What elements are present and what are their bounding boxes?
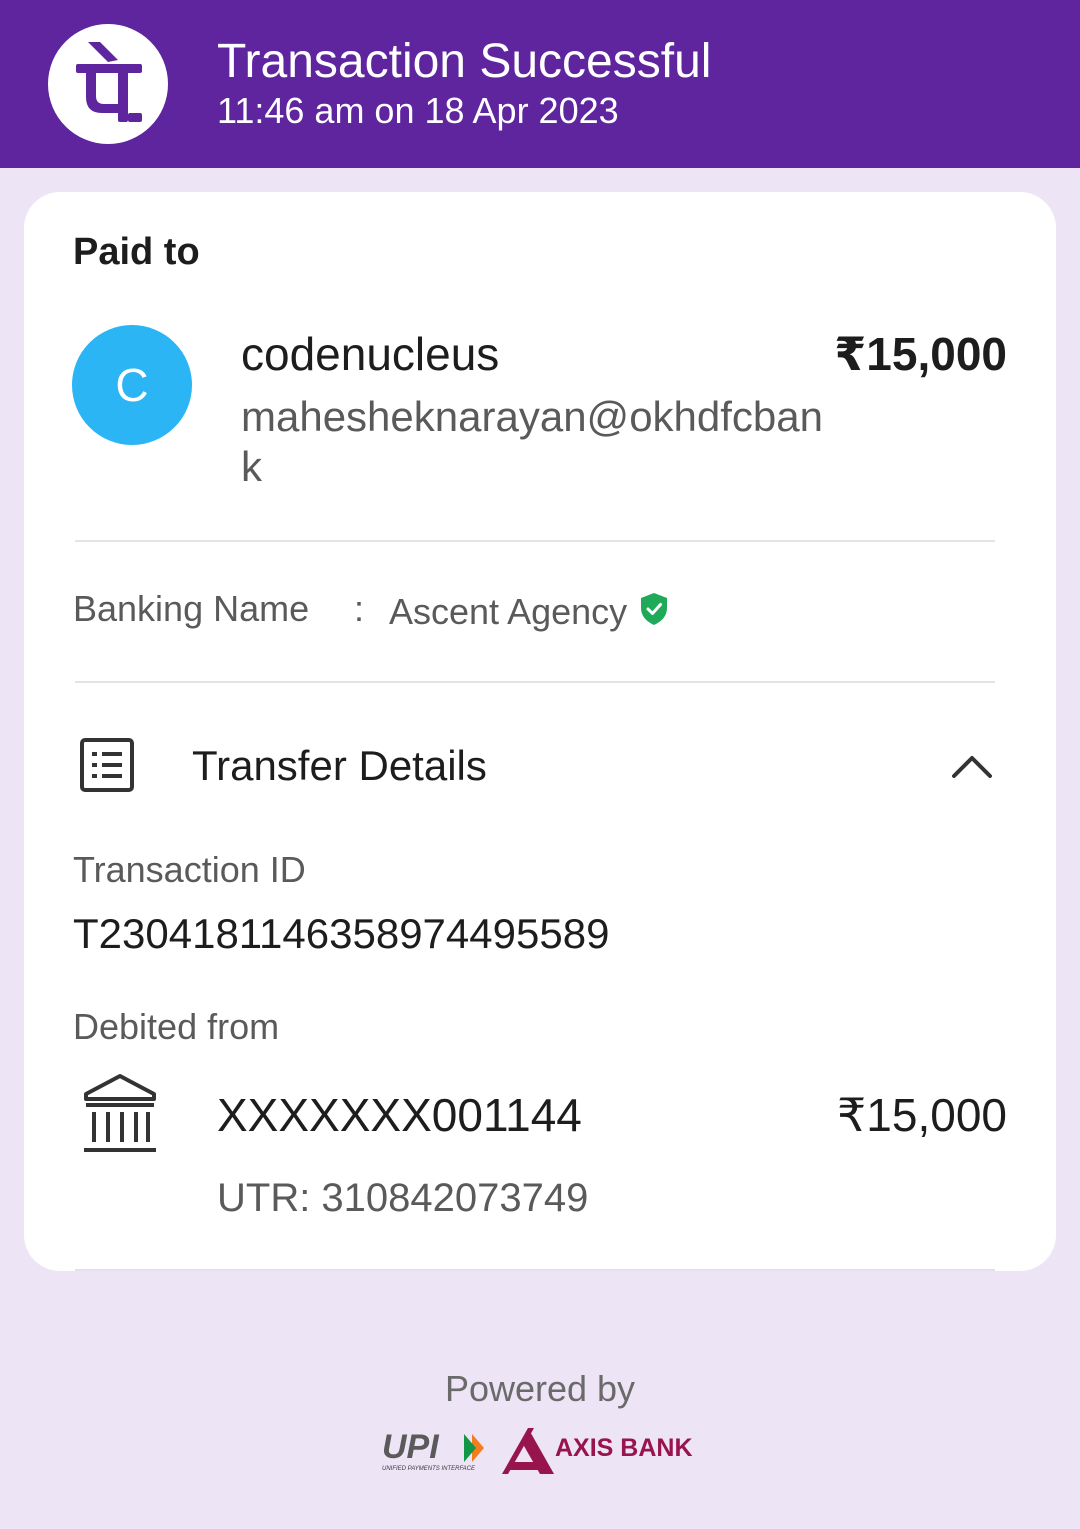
utr-number[interactable]: UTR: 310842073749 [217, 1174, 588, 1222]
bank-icon [84, 1074, 156, 1152]
transfer-details-title[interactable]: Transfer Details [192, 742, 487, 790]
upi-logo-text: UPI [382, 1428, 440, 1466]
banking-name-separator: : [354, 588, 365, 629]
divider [75, 681, 995, 683]
header-bar: Transaction Successful 11:46 am on 18 Ap… [0, 0, 1080, 168]
debit-account-number: XXXXXXX001144 [217, 1089, 582, 1141]
payee-name: codenucleus [241, 328, 500, 380]
upi-logo: UPI UNIFIED PAYMENTS INTERFACE [382, 1428, 484, 1472]
debited-from-label: Debited from [73, 1006, 280, 1047]
chevron-up-icon[interactable] [949, 748, 995, 782]
upi-logo-tagline: UNIFIED PAYMENTS INTERFACE [382, 1466, 476, 1472]
paid-amount: ₹15,000 [834, 328, 1007, 380]
axis-bank-logo: AXIS BANK [502, 1428, 693, 1474]
transaction-datetime: 11:46 am on 18 Apr 2023 [217, 90, 619, 131]
verified-shield-icon [641, 593, 667, 625]
footer-divider [75, 1269, 995, 1271]
debit-amount: ₹15,000 [837, 1089, 1007, 1141]
banking-name-value: Ascent Agency [389, 591, 628, 632]
banking-name-label: Banking Name [73, 588, 310, 629]
payee-upi-id: maheshekn​arayan@okhdfcbank [241, 393, 824, 490]
page-title: Transaction Successful [217, 35, 712, 88]
transaction-id-value[interactable]: T2304181146358974495589 [73, 909, 609, 959]
paid-to-heading: Paid to [73, 231, 200, 273]
transaction-id-label: Transaction ID [73, 849, 306, 890]
divider [75, 540, 995, 542]
transaction-card: Paid to C codenucleus ₹15,000 maheshekn​… [24, 192, 1056, 1271]
phonepe-logo-icon [48, 24, 168, 144]
powered-by-label: Powered by [444, 1368, 636, 1409]
axis-bank-logo-text: AXIS BANK [555, 1434, 693, 1462]
receipt-list-icon [80, 738, 134, 792]
payee-avatar: C [72, 325, 192, 445]
